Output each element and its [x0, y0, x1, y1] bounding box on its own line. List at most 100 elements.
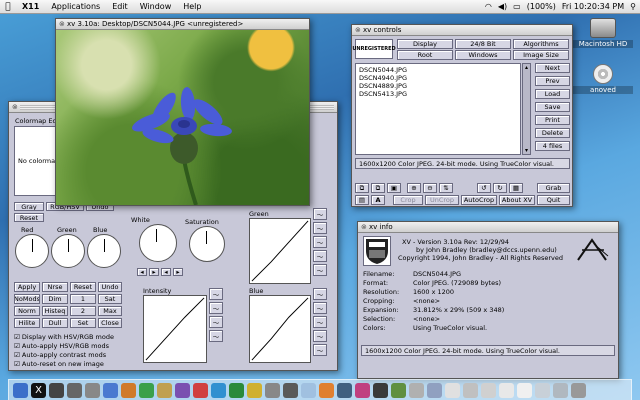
blue-curve-type-1[interactable]: 〜 [313, 288, 327, 300]
app-icon[interactable] [463, 382, 478, 398]
print-button[interactable]: Print [535, 115, 570, 125]
app-icon[interactable] [229, 382, 244, 398]
mail-icon[interactable] [211, 382, 226, 398]
desktop-icon-anoved[interactable]: anoved [573, 64, 633, 94]
save-button[interactable]: Save [535, 102, 570, 112]
delete-button[interactable]: Delete [535, 128, 570, 138]
green-dial[interactable] [51, 234, 85, 268]
green-curve[interactable] [249, 218, 311, 284]
spotlight-icon[interactable]: ⚲ [630, 2, 636, 11]
menu-edit[interactable]: Edit [106, 2, 134, 11]
checkbox-autoreset[interactable]: ☑ Auto-reset on new image [14, 360, 104, 368]
green-curve-type-3[interactable]: 〜 [313, 236, 327, 248]
green-curve-type-4[interactable]: 〜 [313, 250, 327, 262]
menu-x11[interactable]: X11 [16, 2, 45, 11]
blue-curve-type-4[interactable]: 〜 [313, 330, 327, 342]
close-icon[interactable]: ⊗ [59, 20, 67, 28]
image-titlebar[interactable]: ⊗ xv 3.10a: Desktop/DSCN5044.JPG <unregi… [56, 19, 309, 30]
close-icon[interactable]: ⊗ [355, 26, 363, 34]
app-icon[interactable] [373, 382, 388, 398]
autocrop-button[interactable]: AutoCrop [461, 195, 497, 205]
app-icon[interactable] [535, 382, 550, 398]
quit-button[interactable]: Quit [537, 195, 570, 205]
app-icon[interactable] [391, 382, 406, 398]
green-curve-type-1[interactable]: 〜 [313, 208, 327, 220]
checkbox-autoapply-contrast[interactable]: ☑ Auto-apply contrast mods [14, 351, 106, 359]
file-list-scrollbar[interactable]: ▴ ▾ [522, 63, 531, 155]
about-xv-button[interactable]: About XV [499, 195, 535, 205]
tool-icon-3[interactable]: ▣ [387, 183, 401, 193]
image-size-button[interactable]: Image Size [513, 50, 569, 60]
app-icon[interactable] [157, 382, 172, 398]
zoom-in-icon[interactable]: ⊕ [407, 183, 421, 193]
undo-button[interactable]: Undo [98, 282, 122, 292]
intensity-curve-type-4[interactable]: 〜 [209, 330, 223, 342]
24-8-bit-button[interactable]: 24/8 Bit [455, 39, 511, 49]
intensity-curve-type-3[interactable]: 〜 [209, 316, 223, 328]
tool-icon-4[interactable]: ▤ [355, 195, 369, 205]
max-button[interactable]: Max [98, 306, 122, 316]
white-dial[interactable] [139, 224, 177, 262]
apple-menu-icon[interactable]:  [0, 2, 16, 12]
preset-1-button[interactable]: 1 [70, 294, 96, 304]
app-icon[interactable] [445, 382, 460, 398]
blue-curve-type-3[interactable]: 〜 [313, 316, 327, 328]
green-curve-type-5[interactable]: 〜 [313, 264, 327, 276]
intensity-curve[interactable] [143, 295, 207, 363]
controls-titlebar[interactable]: ⊗ xv controls [352, 25, 572, 36]
colormap-grid[interactable]: No colormap [14, 126, 59, 196]
close-button[interactable]: Close [98, 318, 122, 328]
x11-icon[interactable]: X [31, 382, 46, 398]
file-item[interactable]: DSCN5044.JPG [359, 66, 407, 74]
file-item[interactable]: DSCN5413.JPG [359, 90, 407, 98]
app-icon[interactable] [301, 382, 316, 398]
windows-button[interactable]: Windows [455, 50, 511, 60]
cmap-tab-gray[interactable]: Gray [14, 202, 44, 211]
algorithms-button[interactable]: Algorithms [513, 39, 569, 49]
green-curve-type-2[interactable]: 〜 [313, 222, 327, 234]
close-icon[interactable]: ⊗ [361, 223, 369, 231]
desktop-icon-macintosh-hd[interactable]: Macintosh HD [573, 18, 633, 48]
blue-dial[interactable] [87, 234, 121, 268]
text-tool-icon[interactable]: A [371, 195, 385, 205]
histeq-button[interactable]: Histeq [42, 306, 68, 316]
saturation-dial[interactable] [189, 226, 225, 262]
intensity-curve-type-2[interactable]: 〜 [209, 302, 223, 314]
finder-icon[interactable] [13, 382, 28, 398]
app-icon[interactable] [283, 382, 298, 398]
hsv-small-button-1[interactable]: ◂ [137, 268, 147, 276]
file-count-button[interactable]: 4 files [535, 141, 570, 151]
dim-button[interactable]: Dim [42, 294, 68, 304]
reset-button[interactable]: Reset [70, 282, 96, 292]
hilite-button[interactable]: Hilite [14, 318, 40, 328]
hsv-small-button-3[interactable]: ◂ [161, 268, 171, 276]
firefox-icon[interactable] [121, 382, 136, 398]
app-icon[interactable] [67, 382, 82, 398]
app-icon[interactable] [337, 382, 352, 398]
preset-2-button[interactable]: 2 [70, 306, 96, 316]
app-icon[interactable] [193, 382, 208, 398]
close-icon[interactable]: ⊗ [12, 103, 20, 111]
app-icon[interactable] [553, 382, 568, 398]
zoom-out-icon[interactable]: ⊖ [423, 183, 437, 193]
app-icon[interactable] [355, 382, 370, 398]
apply-button[interactable]: Apply [14, 282, 40, 292]
set-button[interactable]: Set [70, 318, 96, 328]
menu-applications[interactable]: Applications [45, 2, 106, 11]
rotate-right-icon[interactable]: ↻ [493, 183, 507, 193]
blue-curve[interactable] [249, 295, 311, 363]
scroll-up-icon[interactable]: ▴ [523, 64, 530, 71]
uncrop-button[interactable]: UnCrop [425, 195, 459, 205]
checkbox-autoapply-hsv[interactable]: ☑ Auto-apply HSV/RGB mods [14, 342, 109, 350]
file-item[interactable]: DSCN4940.JPG [359, 74, 407, 82]
photo-cornflower[interactable] [56, 30, 309, 205]
blue-curve-type-5[interactable]: 〜 [313, 344, 327, 356]
terminal-icon[interactable] [49, 382, 64, 398]
crop-button[interactable]: Crop [393, 195, 423, 205]
display-button[interactable]: Display [397, 39, 453, 49]
app-icon[interactable] [409, 382, 424, 398]
menubar-clock[interactable]: Fri 10:20:34 PM [562, 2, 624, 11]
app-icon[interactable] [139, 382, 154, 398]
flip-icon[interactable]: ⇅ [439, 183, 453, 193]
menu-help[interactable]: Help [177, 2, 207, 11]
